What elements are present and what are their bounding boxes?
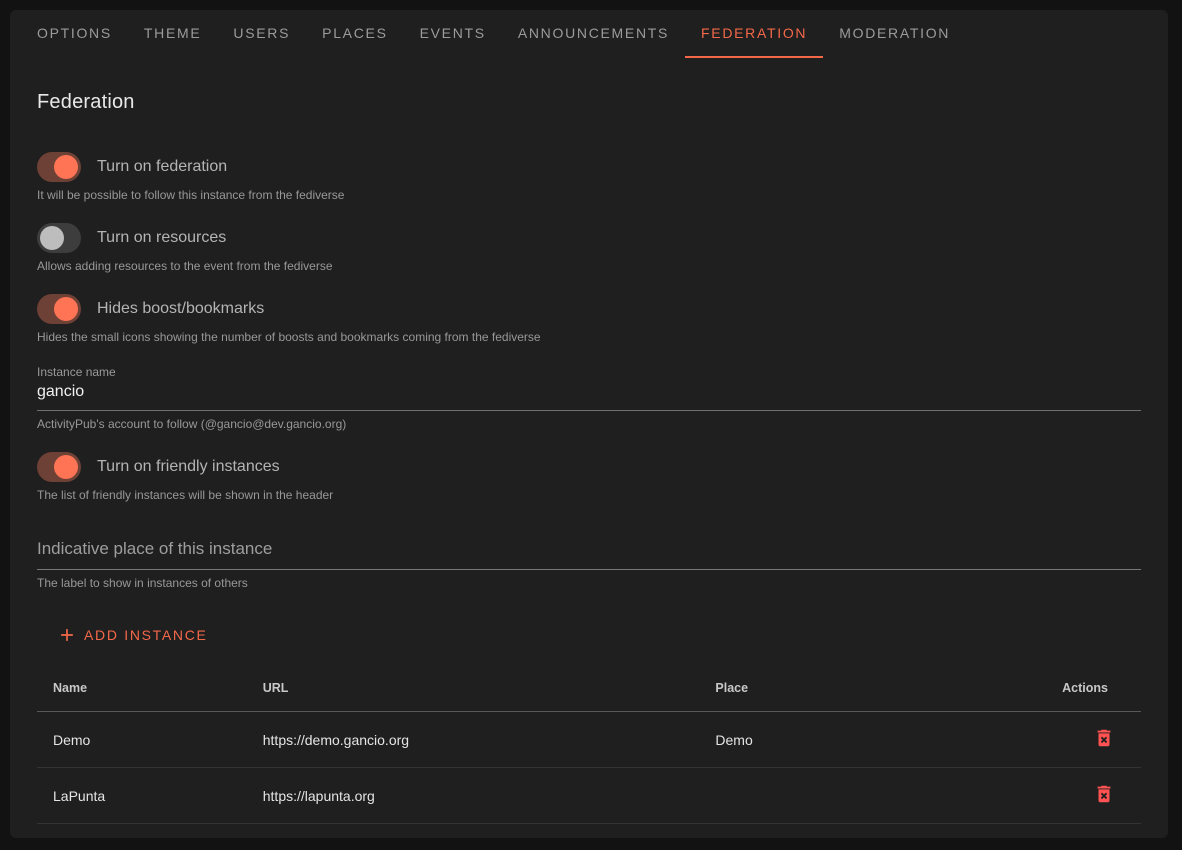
tab-theme[interactable]: THEME	[128, 10, 218, 58]
admin-panel-card: OPTIONS THEME USERS PLACES EVENTS ANNOUN…	[10, 10, 1168, 838]
col-header-url: URL	[247, 666, 700, 712]
instance-name-input[interactable]	[37, 379, 1141, 411]
instance-name-hint: ActivityPub's account to follow (@gancio…	[37, 417, 1141, 431]
tab-federation[interactable]: FEDERATION	[685, 10, 823, 58]
tab-moderation[interactable]: MODERATION	[823, 10, 966, 58]
friendly-toggle[interactable]	[37, 452, 81, 482]
delete-instance-button[interactable]	[1093, 727, 1115, 749]
boost-toggle-label: Hides boost/bookmarks	[97, 300, 264, 318]
setting-federation: Turn on federation It will be possible t…	[37, 152, 1141, 202]
instance-place-hint: The label to show in instances of others	[37, 576, 1141, 590]
tab-places[interactable]: PLACES	[306, 10, 403, 58]
table-row: LaPunta https://lapunta.org	[37, 768, 1141, 824]
table-row: Gancio https://gancio.cisti.org Torino	[37, 824, 1141, 839]
friendly-toggle-label: Turn on friendly instances	[97, 458, 280, 476]
instance-place-field: The label to show in instances of others	[37, 533, 1141, 590]
toggle-knob	[54, 455, 78, 479]
table-row: Demo https://demo.gancio.org Demo	[37, 712, 1141, 768]
setting-friendly: Turn on friendly instances The list of f…	[37, 452, 1141, 502]
toggle-knob	[54, 155, 78, 179]
resources-toggle-label: Turn on resources	[97, 229, 226, 247]
cell-name: Gancio	[37, 824, 247, 839]
federation-settings-panel: Federation Turn on federation It will be…	[10, 58, 1168, 838]
resources-toggle[interactable]	[37, 223, 81, 253]
setting-boost: Hides boost/bookmarks Hides the small ic…	[37, 294, 1141, 344]
trash-icon	[1093, 793, 1115, 808]
federation-toggle-hint: It will be possible to follow this insta…	[37, 188, 1141, 202]
col-header-actions: Actions	[986, 666, 1141, 712]
page-title: Federation	[37, 91, 1141, 114]
cell-place: Torino	[699, 824, 986, 839]
cell-name: Demo	[37, 712, 247, 768]
cell-place	[699, 768, 986, 824]
table-header-row: Name URL Place Actions	[37, 666, 1141, 712]
add-instance-button[interactable]: ADD INSTANCE	[47, 617, 218, 653]
add-instance-label: ADD INSTANCE	[84, 627, 208, 643]
col-header-place: Place	[699, 666, 986, 712]
instance-name-label: Instance name	[37, 365, 1141, 379]
boost-toggle[interactable]	[37, 294, 81, 324]
tab-events[interactable]: EVENTS	[404, 10, 502, 58]
cell-place: Demo	[699, 712, 986, 768]
cell-name: LaPunta	[37, 768, 247, 824]
col-header-name: Name	[37, 666, 247, 712]
tab-announcements[interactable]: ANNOUNCEMENTS	[502, 10, 685, 58]
plus-icon	[57, 625, 77, 645]
trash-icon	[1093, 737, 1115, 752]
boost-toggle-hint: Hides the small icons showing the number…	[37, 330, 1141, 344]
toggle-knob	[40, 226, 64, 250]
federation-toggle[interactable]	[37, 152, 81, 182]
cell-url: https://demo.gancio.org	[247, 712, 700, 768]
cell-url: https://lapunta.org	[247, 768, 700, 824]
setting-resources: Turn on resources Allows adding resource…	[37, 223, 1141, 273]
tab-options[interactable]: OPTIONS	[21, 10, 128, 58]
federation-toggle-label: Turn on federation	[97, 158, 227, 176]
instance-name-field: Instance name ActivityPub's account to f…	[37, 365, 1141, 431]
friendly-toggle-hint: The list of friendly instances will be s…	[37, 488, 1141, 502]
toggle-knob	[54, 297, 78, 321]
cell-url: https://gancio.cisti.org	[247, 824, 700, 839]
resources-toggle-hint: Allows adding resources to the event fro…	[37, 259, 1141, 273]
instances-table: Name URL Place Actions Demo https://demo…	[37, 666, 1141, 838]
delete-instance-button[interactable]	[1093, 783, 1115, 805]
instance-place-input[interactable]	[37, 533, 1141, 570]
admin-tabbar: OPTIONS THEME USERS PLACES EVENTS ANNOUN…	[10, 10, 1168, 58]
tab-users[interactable]: USERS	[217, 10, 306, 58]
